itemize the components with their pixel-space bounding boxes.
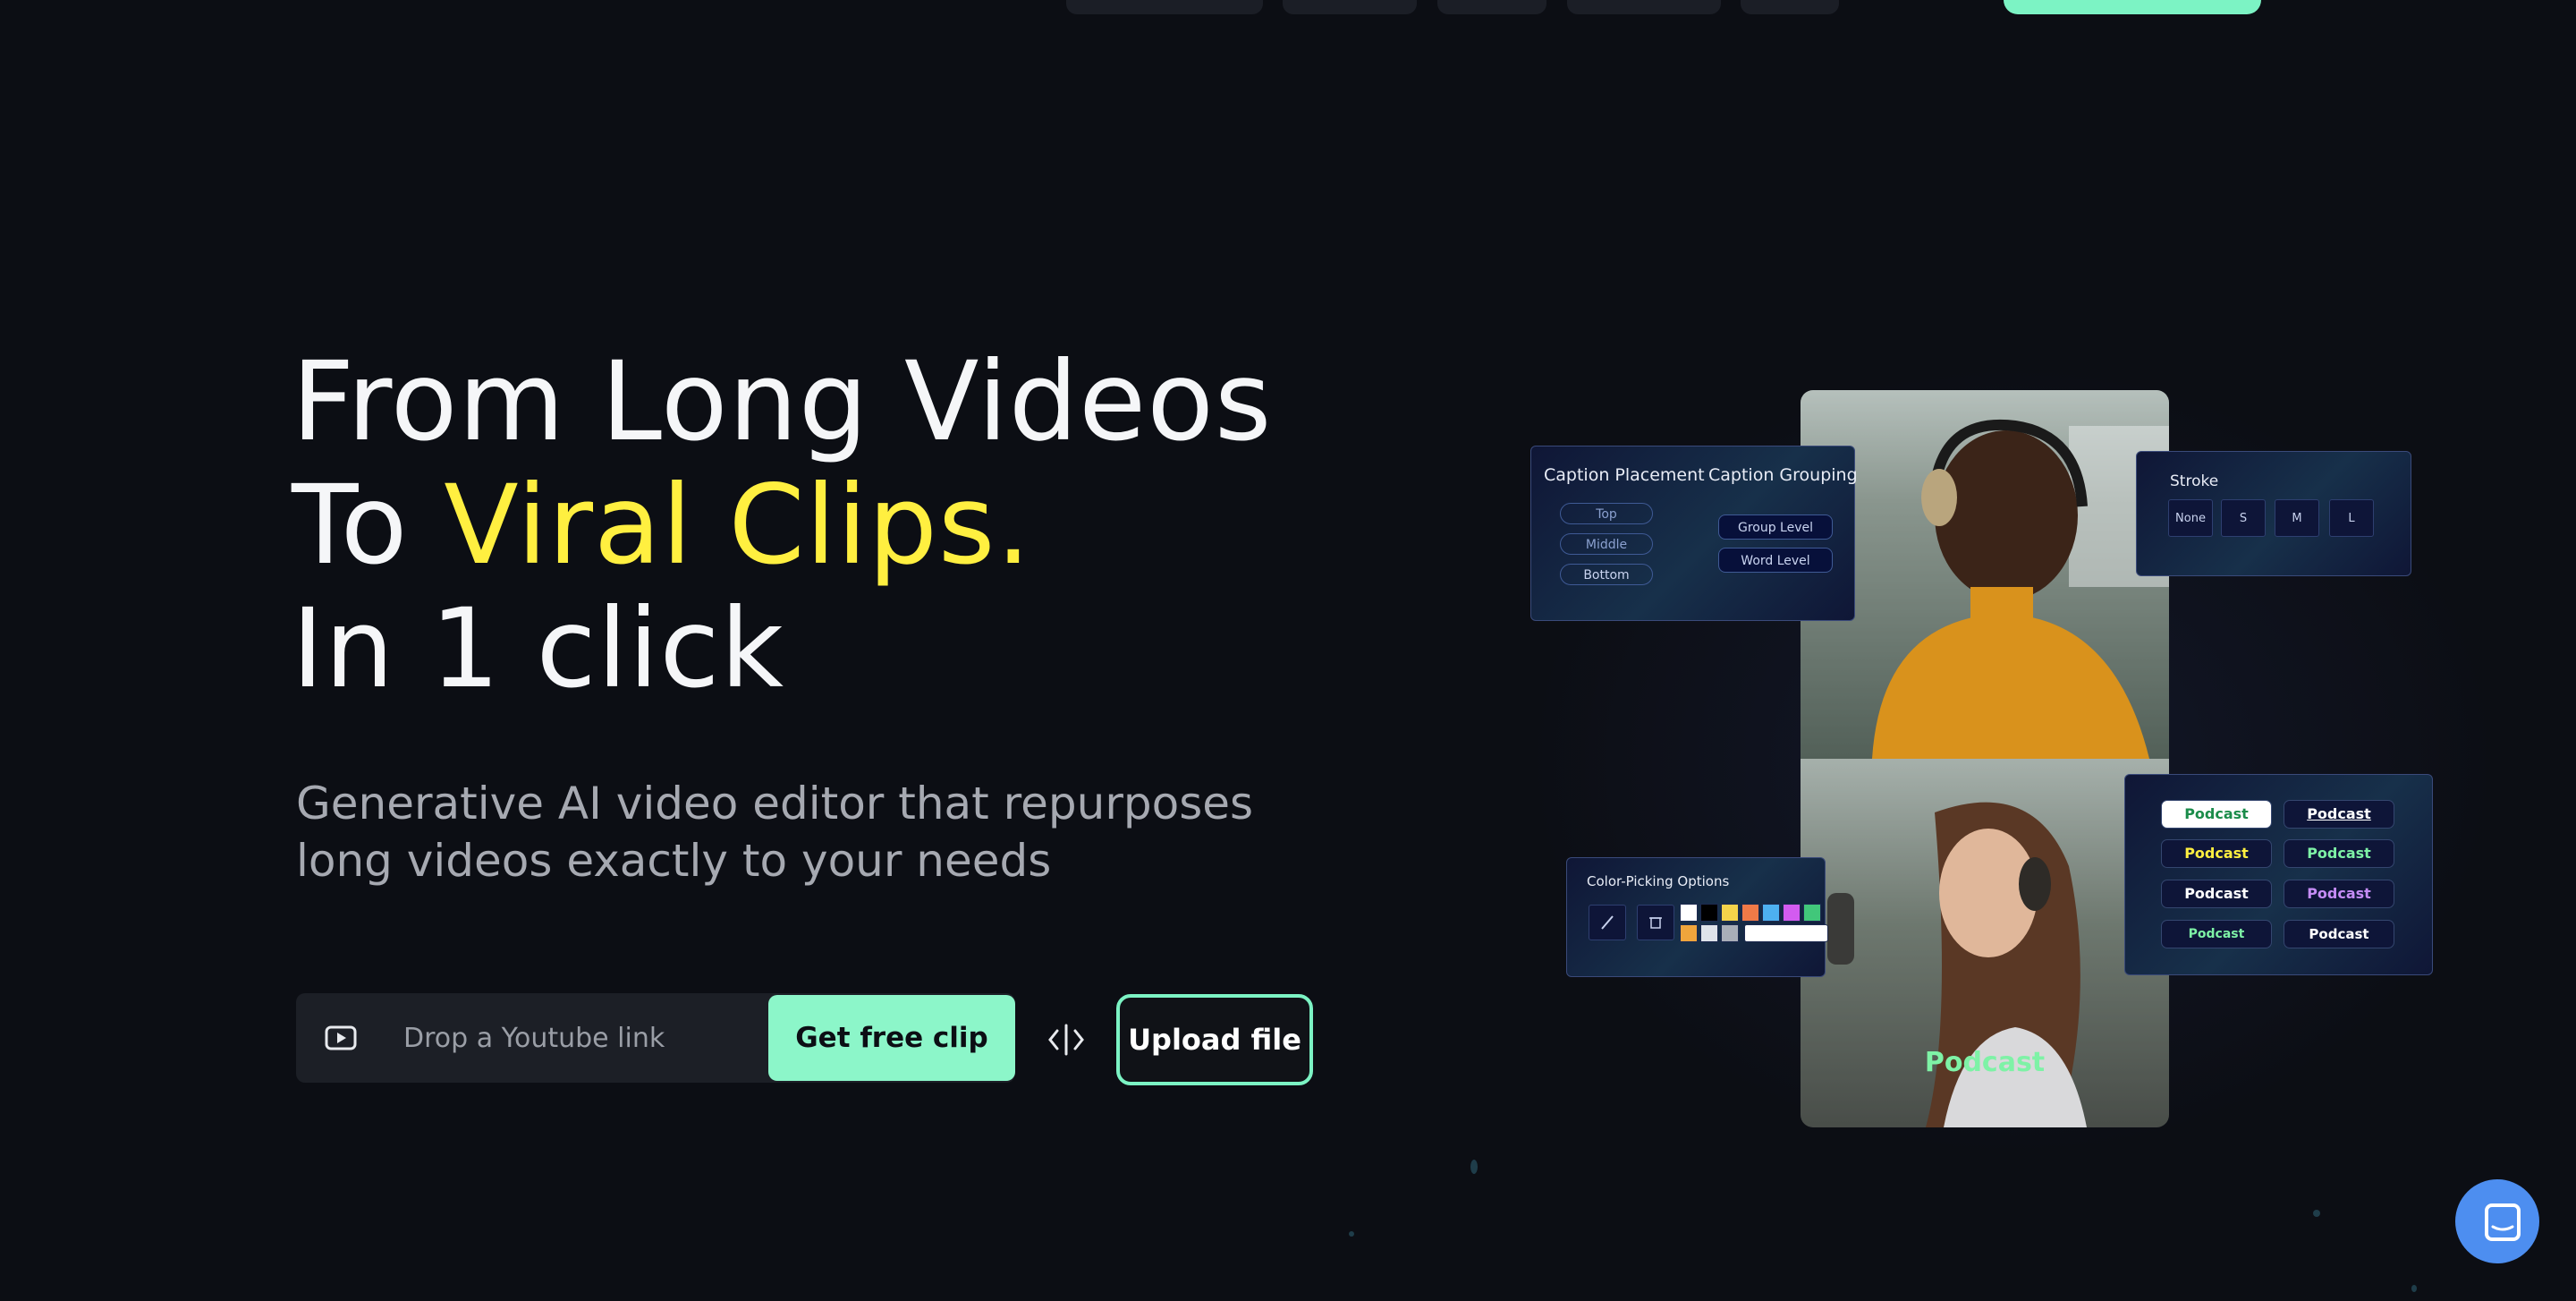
chat-launcher-button[interactable] [2455, 1179, 2539, 1263]
eyedropper-tool[interactable] [1589, 905, 1626, 940]
ambient-dot [2411, 1285, 2417, 1292]
upload-file-button[interactable]: Upload file [1116, 994, 1313, 1085]
trash-icon [1649, 917, 1662, 929]
stroke-s-button[interactable]: S [2221, 499, 2266, 537]
color-picking-title: Color-Picking Options [1587, 873, 1730, 889]
hero-line-1: From Long Videos [292, 338, 1273, 465]
color-hex-field[interactable] [1744, 924, 1828, 942]
color-swatch-blue[interactable] [1762, 904, 1780, 922]
video-caption-text: Podcast [1924, 1047, 2046, 1078]
video-preview-man [1801, 390, 2169, 759]
caption-style-chip[interactable]: Podcast [2284, 800, 2394, 829]
delete-tool[interactable] [1637, 905, 1674, 940]
nav-item[interactable] [1066, 0, 1263, 14]
youtube-link-form: Get free clip [296, 993, 1015, 1083]
hero-line-2-prefix: To [292, 462, 445, 589]
nav-item[interactable] [1283, 0, 1417, 14]
placement-bottom-button[interactable]: Bottom [1560, 564, 1653, 585]
caption-grouping-title: Caption Grouping [1708, 465, 1858, 485]
ambient-dot [2313, 1210, 2320, 1217]
ambient-dot [1470, 1160, 1478, 1174]
code-separator-icon [1048, 1024, 1084, 1056]
hero-line-2-accent: Viral Clips. [444, 462, 1032, 589]
caption-style-chip[interactable]: Podcast [2161, 839, 2272, 868]
color-swatch-magenta[interactable] [1783, 904, 1801, 922]
stroke-none-button[interactable]: None [2168, 499, 2213, 537]
color-swatch-orange[interactable] [1741, 904, 1759, 922]
color-swatch-black[interactable] [1700, 904, 1718, 922]
video-preview-woman: Podcast [1801, 759, 2169, 1127]
nav-cta-button[interactable] [2004, 0, 2261, 14]
placement-top-button[interactable]: Top [1560, 503, 1653, 524]
hero-line-3: In 1 click [292, 585, 785, 712]
caption-placement-title: Caption Placement [1544, 465, 1705, 485]
stroke-m-button[interactable]: M [2275, 499, 2319, 537]
color-swatch-green[interactable] [1803, 904, 1821, 922]
nav-item[interactable] [1437, 0, 1546, 14]
caption-style-chip[interactable]: Podcast [2161, 800, 2272, 829]
get-free-clip-button[interactable]: Get free clip [768, 995, 1015, 1081]
placement-middle-button[interactable]: Middle [1560, 533, 1653, 555]
word-level-button[interactable]: Word Level [1718, 548, 1833, 573]
caption-style-chip[interactable]: Podcast [2284, 920, 2394, 948]
color-swatch-gray[interactable] [1721, 924, 1739, 942]
youtube-link-input[interactable] [403, 993, 699, 1083]
hero-subtitle: Generative AI video editor that repurpos… [296, 778, 1254, 887]
nav-item[interactable] [1741, 0, 1839, 14]
eyedropper-icon [1601, 915, 1614, 930]
caption-style-chip[interactable]: Podcast [2161, 920, 2272, 948]
color-swatch-white[interactable] [1680, 904, 1698, 922]
group-level-button[interactable]: Group Level [1718, 514, 1833, 540]
color-swatch-amber[interactable] [1680, 924, 1698, 942]
caption-style-chip[interactable]: Podcast [2284, 839, 2394, 868]
hero-title: From Long Videos To Viral Clips. In 1 cl… [292, 340, 1272, 710]
stroke-title: Stroke [2170, 472, 2219, 490]
color-swatch-yellow[interactable] [1721, 904, 1739, 922]
color-swatch-light-gray[interactable] [1700, 924, 1718, 942]
nav-item[interactable] [1567, 0, 1721, 14]
caption-style-chip[interactable]: Podcast [2284, 880, 2394, 908]
chat-icon [2485, 1203, 2521, 1241]
stroke-l-button[interactable]: L [2329, 499, 2374, 537]
youtube-play-icon [325, 1025, 357, 1050]
ambient-dot [1349, 1231, 1354, 1237]
man-with-headphones-image [1801, 390, 2169, 759]
caption-style-chip[interactable]: Podcast [2161, 880, 2272, 908]
